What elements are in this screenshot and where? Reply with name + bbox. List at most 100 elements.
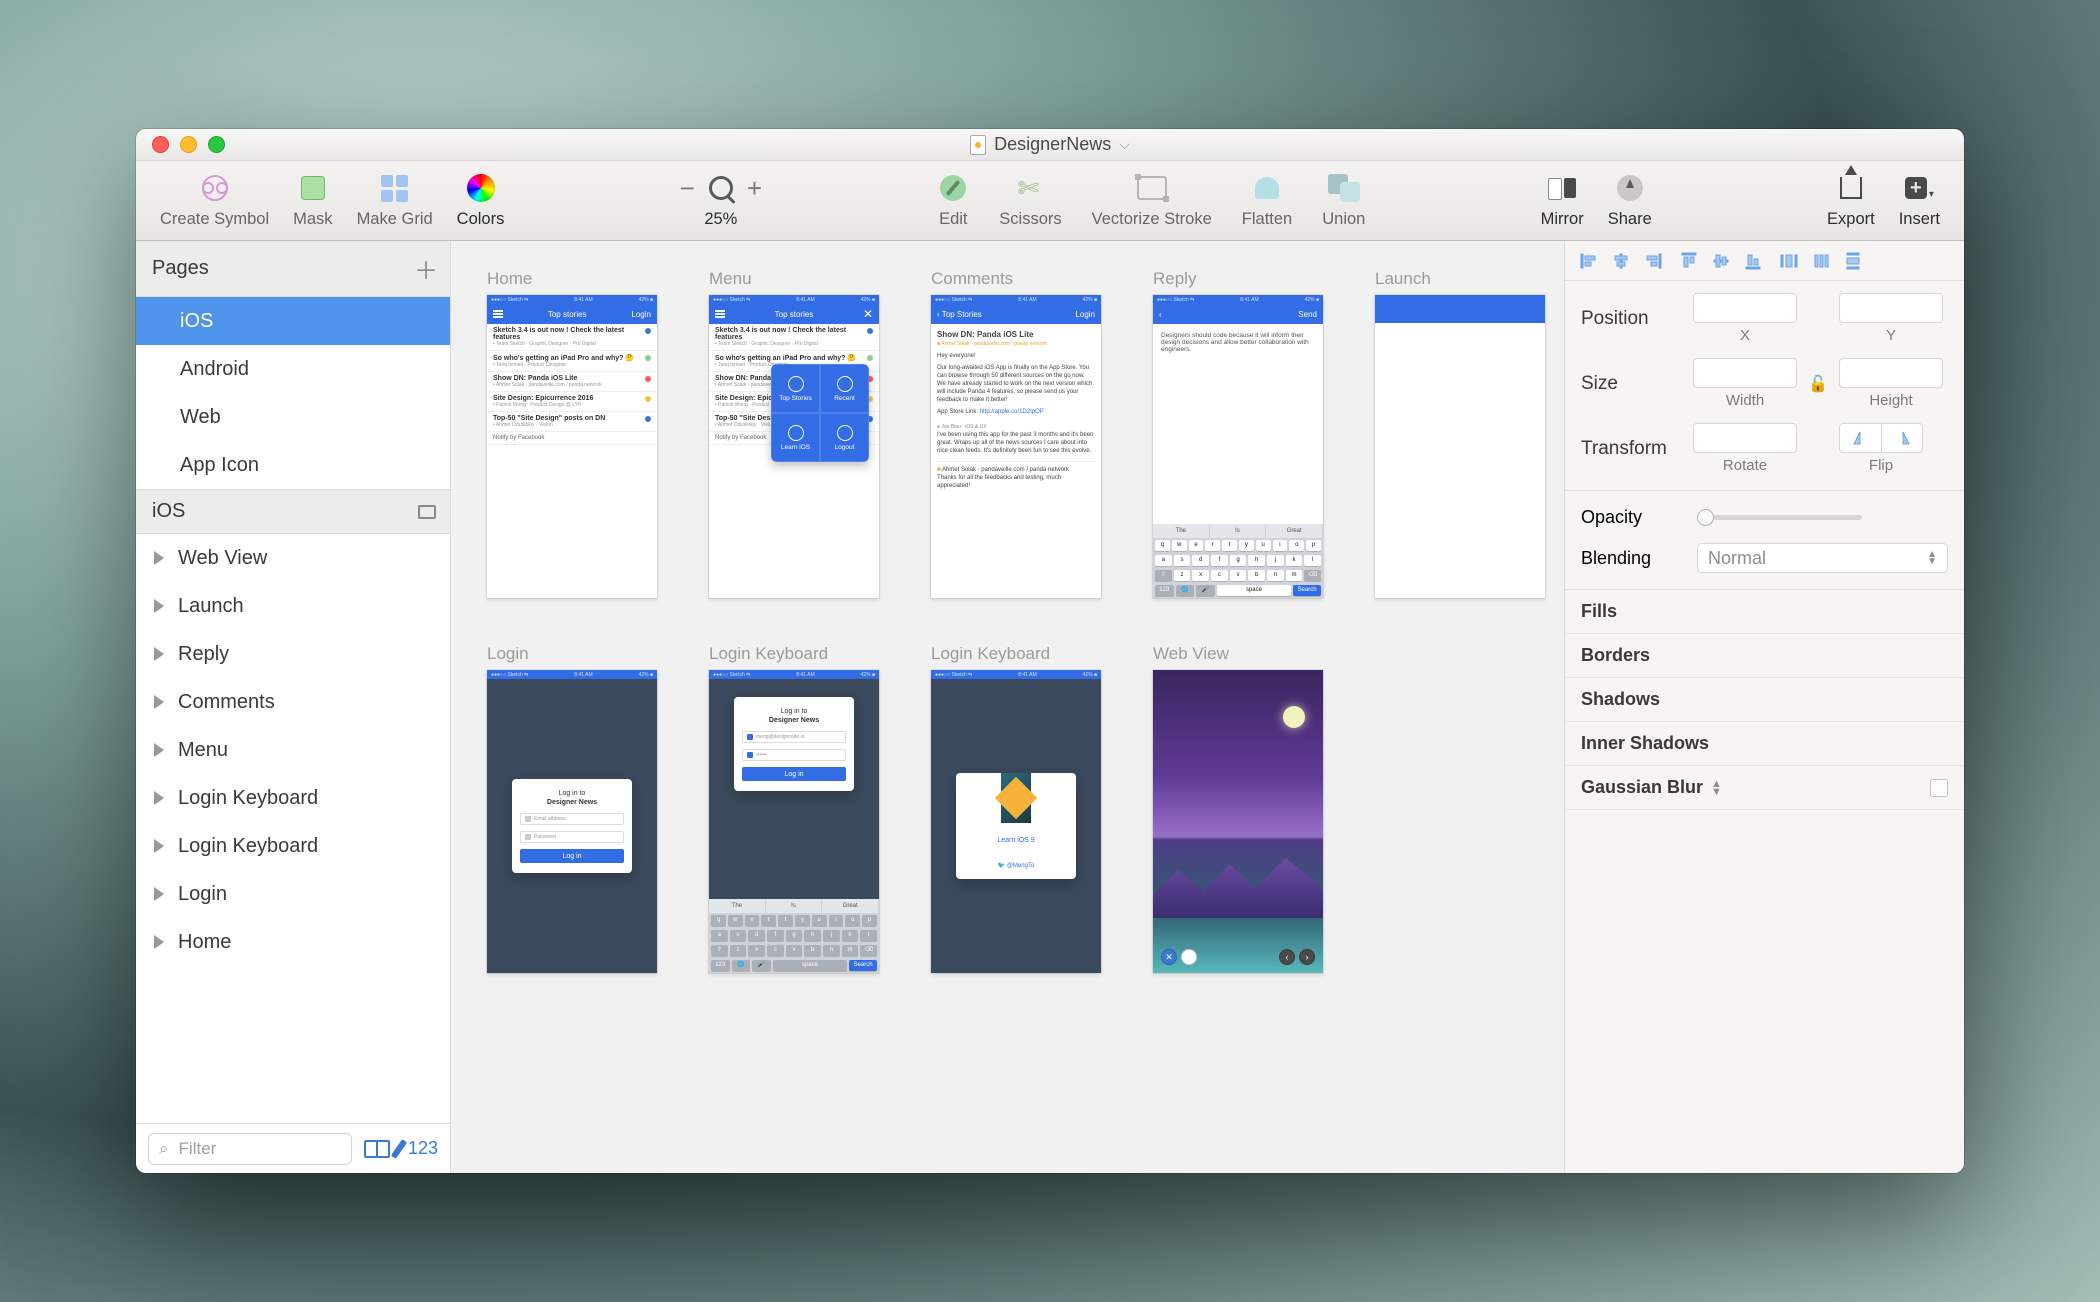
align-top-button[interactable] (1675, 248, 1703, 274)
align-center-v-button[interactable] (1707, 248, 1735, 274)
edit-button[interactable]: Edit (937, 172, 969, 229)
align-right-button[interactable] (1639, 248, 1667, 274)
inspector-panel: Position X Y Size Width 🔓 Height Transfo… (1564, 241, 1964, 1173)
chevron-down-icon[interactable]: ⌵ (1119, 136, 1130, 153)
artboard-title[interactable]: Login Keyboard (931, 644, 1101, 664)
share-button[interactable]: Share (1608, 172, 1652, 229)
artboard[interactable]: ●●●○○ Sketch ⇆8:41 AM42% ■Learn iOS 9🐦 @… (931, 670, 1101, 973)
mirror-button[interactable]: Mirror (1541, 172, 1584, 229)
artboard-title[interactable]: Web View (1153, 644, 1323, 664)
blending-select[interactable]: Normal ▲▼ (1697, 543, 1948, 573)
layer-item[interactable]: Login Keyboard (136, 822, 450, 870)
layer-item[interactable]: Web View (136, 534, 450, 582)
create-symbol-button[interactable]: Create Symbol (160, 172, 269, 229)
filter-input[interactable]: ⌕ Filter (148, 1133, 352, 1165)
page-item[interactable]: Web (136, 393, 450, 441)
layer-item[interactable]: Launch (136, 582, 450, 630)
scissors-icon: ✄ (1017, 175, 1043, 201)
artboard[interactable]: ●●●○○ Sketch ⇆8:41 AM42% ■Log in toDesig… (709, 670, 879, 973)
disclosure-triangle-icon[interactable] (154, 695, 164, 709)
lock-proportions-button[interactable]: 🔓 (1809, 375, 1827, 393)
artboard-title[interactable]: Login Keyboard (709, 644, 879, 664)
artboard-title[interactable]: Menu (709, 269, 879, 289)
align-left-button[interactable] (1575, 248, 1603, 274)
disclosure-triangle-icon[interactable] (154, 551, 164, 565)
artboard-title[interactable]: Home (487, 269, 657, 289)
zoom-out-button[interactable]: − (680, 173, 695, 204)
layer-label: Login Keyboard (178, 835, 318, 858)
slider-knob[interactable] (1697, 509, 1714, 526)
layer-item[interactable]: Login Keyboard (136, 774, 450, 822)
show-symbols-button[interactable] (364, 1140, 390, 1158)
artboard[interactable] (1375, 295, 1545, 598)
height-input[interactable] (1839, 358, 1943, 388)
mask-button[interactable]: Mask (293, 172, 332, 229)
disclosure-triangle-icon[interactable] (154, 791, 164, 805)
opacity-slider[interactable] (1697, 515, 1862, 520)
page-item[interactable]: App Icon (136, 441, 450, 489)
artboard-icon[interactable] (418, 505, 436, 519)
disclosure-triangle-icon[interactable] (154, 599, 164, 613)
disclosure-triangle-icon[interactable] (154, 743, 164, 757)
distribute-h-button[interactable] (1775, 248, 1803, 274)
artboard-title[interactable]: Login (487, 644, 657, 664)
artboard[interactable]: ●●●○○ Sketch ⇆8:41 AM42% ■Top storiesLog… (487, 295, 657, 598)
disclosure-triangle-icon[interactable] (154, 887, 164, 901)
artboard[interactable]: ●●●○○ Sketch ⇆8:41 AM42% ■‹ SendDesigner… (1153, 295, 1323, 598)
style-section-header[interactable]: Borders (1565, 634, 1964, 678)
artboard-title[interactable]: Reply (1153, 269, 1323, 289)
gaussian-blur-section[interactable]: Gaussian Blur ▲▼ (1565, 766, 1964, 810)
disclosure-triangle-icon[interactable] (154, 647, 164, 661)
page-item[interactable]: iOS (136, 297, 450, 345)
distribute-v-button[interactable] (1839, 248, 1867, 274)
zoom-in-button[interactable]: + (747, 173, 762, 204)
artboard[interactable]: ✕‹› (1153, 670, 1323, 973)
layer-item[interactable]: Comments (136, 678, 450, 726)
layer-count: 123 (408, 1138, 438, 1159)
flatten-button[interactable]: Flatten (1242, 172, 1292, 229)
disclosure-triangle-icon[interactable] (154, 935, 164, 949)
flip-horizontal-button[interactable] (1839, 423, 1881, 453)
layer-item[interactable]: Menu (136, 726, 450, 774)
align-center-h-button[interactable] (1607, 248, 1635, 274)
layer-item[interactable]: Login (136, 870, 450, 918)
filter-bar: ⌕ Filter 123 (136, 1123, 450, 1173)
colors-button[interactable]: Colors (457, 172, 505, 229)
disclosure-triangle-icon[interactable] (154, 839, 164, 853)
artboard[interactable]: ●●●○○ Sketch ⇆8:41 AM42% ■‹ Top StoriesL… (931, 295, 1101, 598)
layer-item[interactable]: Reply (136, 630, 450, 678)
show-slices-button[interactable] (391, 1139, 407, 1159)
vectorize-stroke-button[interactable]: Vectorize Stroke (1092, 172, 1212, 229)
scissors-button[interactable]: ✄ Scissors (999, 172, 1061, 229)
artboard-title[interactable]: Comments (931, 269, 1101, 289)
flip-vertical-button[interactable] (1881, 423, 1923, 453)
artboard-title[interactable]: Launch (1375, 269, 1545, 289)
app-window: DesignerNews ⌵ Create Symbol Mask Make G… (136, 129, 1964, 1173)
add-page-button[interactable]: ＋ (414, 251, 438, 286)
union-button[interactable]: Union (1322, 172, 1365, 229)
blur-checkbox[interactable] (1930, 779, 1948, 797)
opacity-input[interactable] (1878, 503, 1948, 531)
layer-item[interactable]: Home (136, 918, 450, 966)
magnifier-icon[interactable] (709, 176, 733, 200)
artboard[interactable]: ●●●○○ Sketch ⇆8:41 AM42% ■Log in toDesig… (487, 670, 657, 973)
style-section-header[interactable]: Shadows (1565, 678, 1964, 722)
scissors-label: Scissors (999, 210, 1061, 229)
make-grid-button[interactable]: Make Grid (357, 172, 433, 229)
style-section-header[interactable]: Inner Shadows (1565, 722, 1964, 766)
position-x-input[interactable] (1693, 293, 1797, 323)
filter-placeholder: Filter (179, 1139, 217, 1159)
insert-button[interactable]: +▾Insert (1899, 172, 1940, 229)
rotate-input[interactable] (1693, 423, 1797, 453)
canvas[interactable]: Home ●●●○○ Sketch ⇆8:41 AM42% ■Top storie… (451, 241, 1564, 1173)
menu-popup: Top StoriesRecentLearn iOSLogout (771, 364, 869, 462)
align-bottom-button[interactable] (1739, 248, 1767, 274)
export-button[interactable]: Export (1827, 172, 1875, 229)
position-y-input[interactable] (1839, 293, 1943, 323)
width-input[interactable] (1693, 358, 1797, 388)
size-row: Size Width 🔓 Height (1581, 358, 1948, 409)
distribute-spacing-h-button[interactable] (1807, 248, 1835, 274)
artboard[interactable]: ●●●○○ Sketch ⇆8:41 AM42% ■Top stories✕Sk… (709, 295, 879, 598)
style-section-header[interactable]: Fills (1565, 590, 1964, 634)
page-item[interactable]: Android (136, 345, 450, 393)
